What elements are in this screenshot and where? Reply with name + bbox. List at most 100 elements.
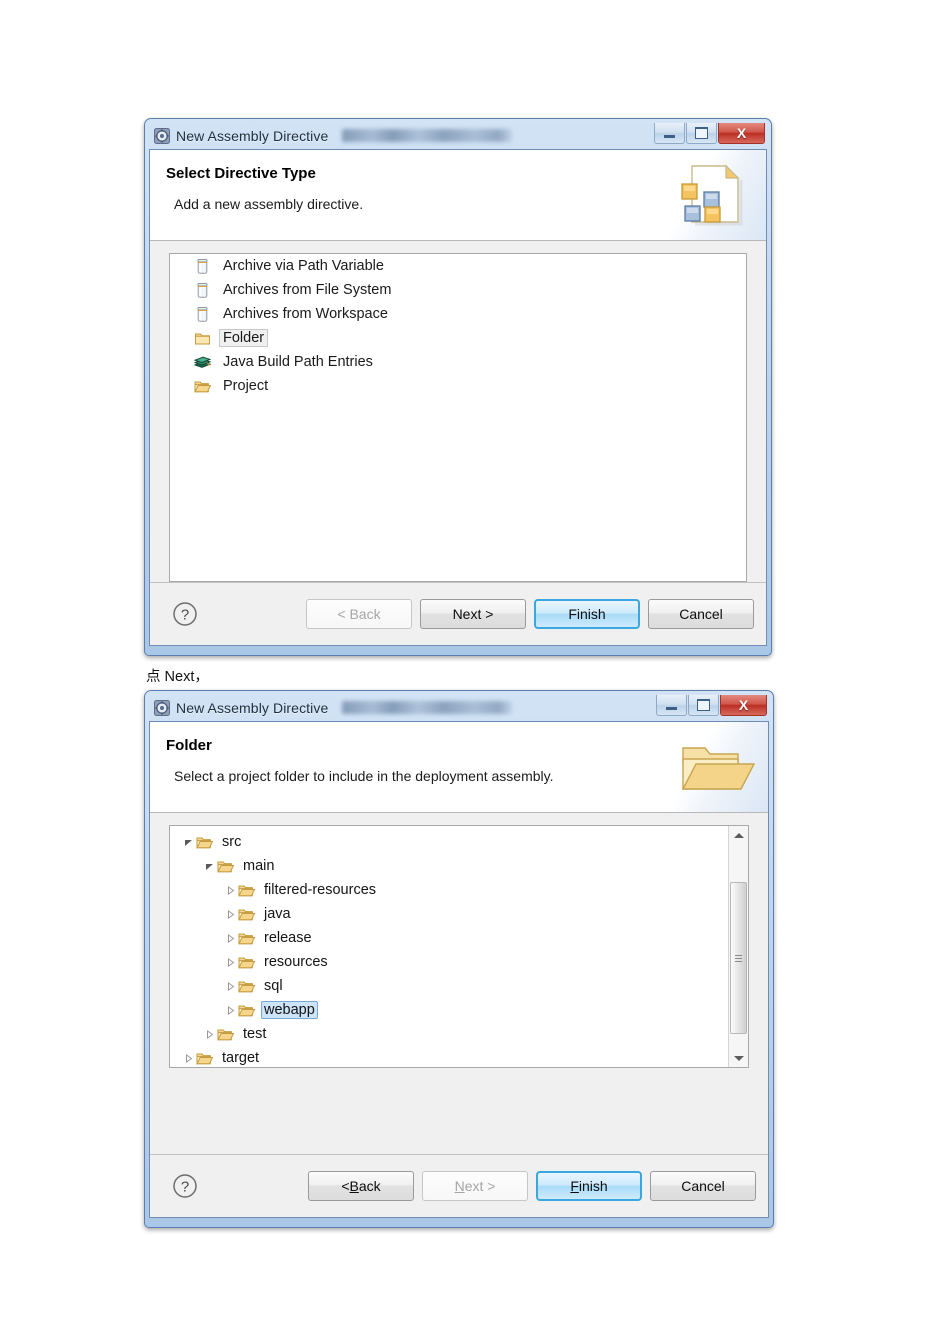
finish-button[interactable]: Finish [536,1171,642,1201]
wizard-body: src main filtered-resources java release reso… [150,813,768,1155]
help-button[interactable]: ? [172,601,198,627]
tree-item[interactable]: filtered-resources [170,878,728,902]
scroll-down-button[interactable] [730,1049,747,1067]
tree-expander-collapsed-icon[interactable] [201,1026,217,1042]
list-item[interactable]: Archive via Path Variable [170,254,746,278]
tree-item[interactable]: main [170,854,728,878]
open-folder-icon [196,1050,214,1067]
maximize-icon [695,127,708,139]
scroll-up-button[interactable] [730,826,747,844]
maximize-button[interactable] [686,123,717,144]
window-controls: X [655,695,767,716]
scroll-down-icon [733,1055,744,1061]
back-button[interactable]: < Back [308,1171,414,1201]
next-rest: ext > [464,1178,496,1194]
redacted-title-text [342,701,513,714]
tree-expander-collapsed-icon[interactable] [222,978,238,994]
wizard-footer: ? < Back Next > Finish Cancel [150,1155,768,1217]
tree-expander-collapsed-icon[interactable] [222,930,238,946]
list-item[interactable]: Project [170,374,746,398]
tree-item[interactable]: target [170,1046,728,1067]
tree-expander-collapsed-icon[interactable] [222,906,238,922]
page-title: Select Directive Type [166,165,316,182]
tree-expander-collapsed-icon[interactable] [222,882,238,898]
list-item-label: Archives from File System [223,282,392,298]
list-item[interactable]: Archives from Workspace [170,302,746,326]
close-icon: X [736,125,747,141]
cancel-button[interactable]: Cancel [650,1171,756,1201]
svg-text:?: ? [181,607,189,624]
finish-button[interactable]: Finish [534,599,640,629]
project-folder-tree[interactable]: src main filtered-resources java release reso… [169,825,749,1068]
vertical-scrollbar[interactable] [728,826,748,1067]
finish-mnemonic: F [570,1178,579,1194]
minimize-button[interactable] [656,695,687,716]
jar-icon [194,282,211,299]
close-button[interactable]: X [718,123,765,144]
finish-rest: inish [578,1178,608,1194]
tree-expander-expanded-icon[interactable] [180,834,196,850]
scrollbar-thumb[interactable] [730,882,747,1034]
list-item-label: Project [223,378,269,394]
maximize-button[interactable] [688,695,719,716]
tree-item[interactable]: sql [170,974,728,998]
tree-item[interactable]: webapp [170,998,728,1022]
tree-expander-expanded-icon[interactable] [201,858,217,874]
minimize-icon [664,134,675,138]
directive-type-list[interactable]: Archive via Path Variable Archives from F… [169,253,747,582]
tree-expander-collapsed-icon[interactable] [180,1050,196,1066]
open-folder-icon [217,1026,235,1043]
close-button[interactable]: X [720,695,767,716]
back-button[interactable]: < Back [306,599,412,629]
tree-item[interactable]: java [170,902,728,926]
help-button[interactable]: ? [172,1173,198,1199]
wizard-button-row: < Back Next > Finish Cancel [298,599,754,629]
minimize-button[interactable] [654,123,685,144]
next-mnemonic: N [454,1178,465,1194]
tree-item[interactable]: release [170,926,728,950]
titlebar[interactable]: New Assembly Directive X [149,122,767,149]
tree-item[interactable]: src [170,830,728,854]
open-folder-icon [238,930,256,947]
list-item[interactable]: Java Build Path Entries [170,350,746,374]
redacted-title-text [342,129,513,142]
tree-item[interactable]: resources [170,950,728,974]
wizard-footer: ? < Back Next > Finish Cancel [150,583,766,645]
open-folder-icon [238,954,256,971]
tree-rows: src main filtered-resources java release reso… [170,826,728,1067]
open-folder-icon [238,906,256,923]
open-folder-icon [238,1002,256,1019]
list-item[interactable]: Archives from File System [170,278,746,302]
next-button[interactable]: Next > [422,1171,528,1201]
dialog-new-assembly-directive-step2: New Assembly Directive X Folder Select a… [144,690,774,1228]
wizard-header: Folder Select a project folder to includ… [150,722,768,813]
project-folder-icon [194,378,212,395]
open-folder-icon [217,858,235,875]
minimize-icon [666,706,677,710]
list-item-label: Archives from Workspace [223,306,388,322]
list-item[interactable]: Folder [170,326,746,350]
next-button[interactable]: Next > [420,599,526,629]
window-title: New Assembly Directive [176,127,329,144]
assembly-directive-banner-icon [648,150,766,240]
page-title: Folder [166,737,212,754]
scrollbar-grip-icon [735,953,742,964]
java-build-path-icon [193,354,212,371]
open-folder-icon [196,834,214,851]
tree-expander-collapsed-icon[interactable] [222,954,238,970]
titlebar[interactable]: New Assembly Directive X [149,694,769,721]
back-rest: ack [358,1178,381,1194]
wizard-header: Select Directive Type Add a new assembly… [150,150,766,241]
list-item-label: Java Build Path Entries [223,354,373,370]
scrollbar-track[interactable] [730,844,747,1049]
tree-item-label: target [222,1050,260,1066]
jar-icon [194,258,211,275]
window-title: New Assembly Directive [176,699,329,716]
dialog-new-assembly-directive-step1: New Assembly Directive X Select Directiv… [144,118,772,656]
tree-item-label: test [243,1026,267,1042]
cancel-button[interactable]: Cancel [648,599,754,629]
page-subtitle: Select a project folder to include in th… [174,768,554,784]
tree-item-label: filtered-resources [264,882,377,898]
tree-item[interactable]: test [170,1022,728,1046]
tree-expander-collapsed-icon[interactable] [222,1002,238,1018]
